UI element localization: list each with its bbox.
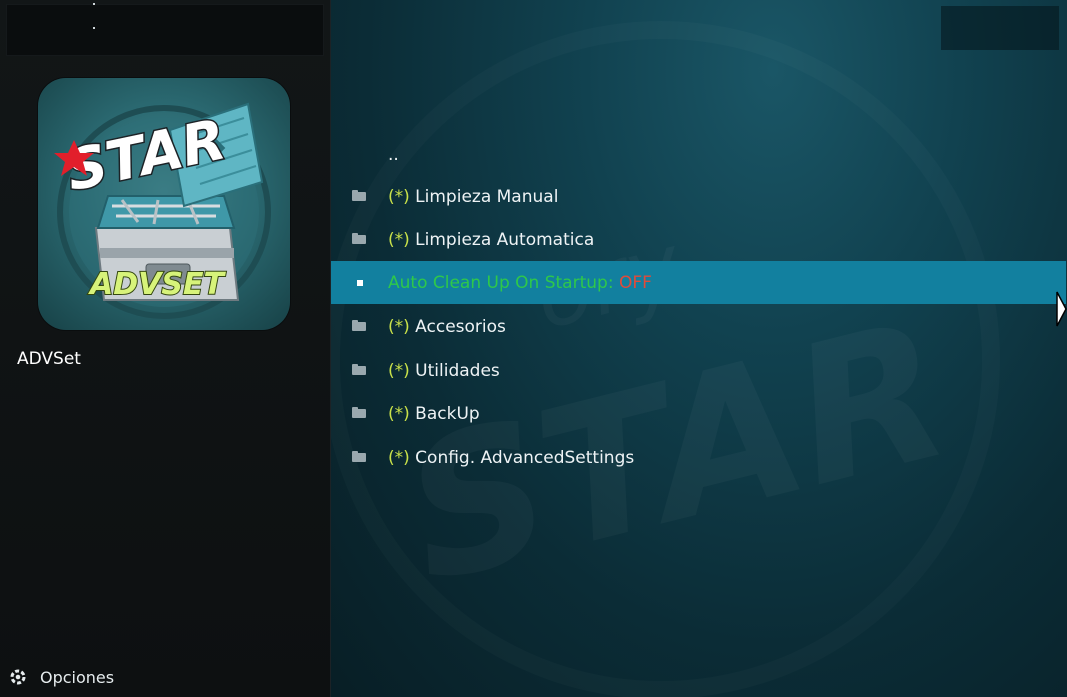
item-text: Utilidades [415,360,500,381]
parent-folder-label: .. [388,145,399,165]
folder-icon [352,407,366,419]
setting-name: Auto Clean Up On Startup: [388,272,619,293]
folder-icon [352,451,366,463]
list-item-config-advancedsettings[interactable]: (*) Config. AdvancedSettings [331,436,1066,479]
folder-icon [352,320,366,332]
item-text: Accesorios [415,316,506,337]
gear-icon [10,669,26,685]
list-item-auto-clean-setting[interactable]: Auto Clean Up On Startup: OFF [331,261,1066,304]
list-item-parent[interactable]: .. [331,133,1066,176]
list-item-label: (*) Accesorios [388,317,506,337]
list-item-label: (*) BackUp [388,404,480,424]
setting-label: Auto Clean Up On Startup: OFF [388,273,652,293]
options-label: Opciones [40,667,115,687]
folder-icon [352,190,366,202]
folder-icon [352,364,366,376]
item-text: Config. AdvancedSettings [415,447,635,468]
item-prefix: (*) [388,186,410,207]
list-item-label: (*) Utilidades [388,361,500,381]
item-prefix: (*) [388,229,410,250]
file-list-panel: STAR ory .. (*) Limpieza Manual (*) Limp… [331,0,1067,697]
item-text: Limpieza Manual [415,186,559,207]
options-button[interactable]: Opciones [8,665,114,689]
square-bullet-icon [357,280,363,286]
status-dot [93,27,95,29]
item-prefix: (*) [388,403,410,424]
setting-value: OFF [618,272,652,293]
list-item-accesorios[interactable]: (*) Accesorios [331,305,1066,348]
addon-logo-art: STAR ADVSET [54,102,271,319]
item-prefix: (*) [388,316,410,337]
addon-logo: STAR ADVSET [38,78,290,330]
item-text: Limpieza Automatica [415,229,595,250]
header-strip [6,3,324,56]
addon-info-panel: STAR ADVSET ADVSet Opciones [0,0,331,697]
mouse-pointer-icon [1056,291,1067,327]
svg-text:ADVSET: ADVSET [88,267,226,302]
list-item-limpieza-manual[interactable]: (*) Limpieza Manual [331,175,1066,218]
list-item-label: (*) Limpieza Manual [388,187,558,207]
item-prefix: (*) [388,447,410,468]
addon-title: ADVSet [17,349,81,369]
folder-icon [352,233,366,245]
list-item-limpieza-automatica[interactable]: (*) Limpieza Automatica [331,218,1066,261]
top-right-strip [941,6,1059,50]
list-item-label: (*) Limpieza Automatica [388,230,594,250]
item-text: BackUp [415,403,480,424]
list-item-label: (*) Config. AdvancedSettings [388,448,634,468]
status-dot [93,3,95,5]
list-item-utilidades[interactable]: (*) Utilidades [331,349,1066,392]
list-item-backup[interactable]: (*) BackUp [331,392,1066,435]
item-prefix: (*) [388,360,410,381]
